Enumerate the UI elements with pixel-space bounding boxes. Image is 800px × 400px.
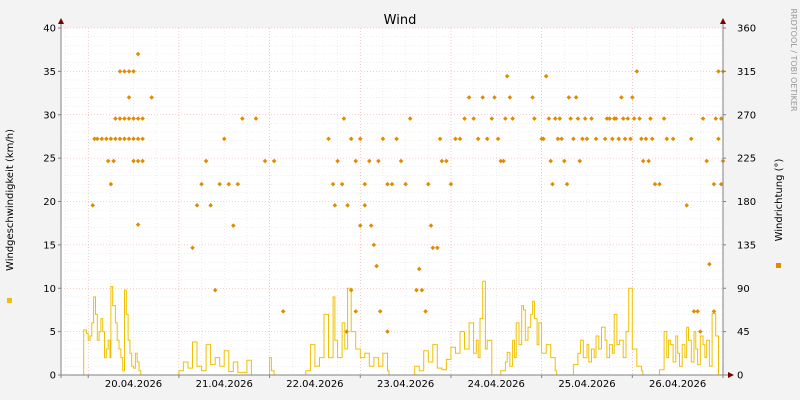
legend-direction-swatch (776, 263, 781, 268)
right-tick-label: 180 (737, 197, 756, 208)
left-tick-label: 0 (50, 371, 56, 382)
x-tick-label: 22.04.2026 (286, 379, 343, 390)
right-tick-label: 225 (737, 154, 756, 165)
left-tick-label: 15 (43, 240, 56, 251)
x-tick-label: 26.04.2026 (649, 379, 706, 390)
left-tick-label: 30 (43, 110, 56, 121)
wind-chart: 0 5 10 15 20 25 30 35 40 0 45 90 135 180 225 270 315 360… (0, 0, 800, 400)
left-tick-label: 10 (43, 284, 56, 295)
right-axis-label: Windrichtung (°) (774, 159, 785, 242)
x-tick-label: 23.04.2026 (377, 379, 434, 390)
right-tick-label: 0 (737, 371, 743, 382)
left-tick-label: 20 (43, 197, 56, 208)
left-tick-label: 40 (43, 24, 56, 35)
rrdtool-watermark: RRDTOOL / TOBI OETIKER (789, 8, 798, 111)
right-tick-label: 90 (737, 284, 750, 295)
x-tick-label: 20.04.2026 (105, 379, 162, 390)
right-tick-label: 270 (737, 110, 756, 121)
chart-title: Wind (384, 13, 417, 28)
right-tick-label: 135 (737, 240, 756, 251)
left-tick-label: 25 (43, 154, 56, 165)
right-tick-label: 45 (737, 327, 750, 338)
left-axis-label: Windgeschwindigkeit (km/h) (5, 129, 16, 271)
x-tick-label: 25.04.2026 (558, 379, 615, 390)
x-tick-label: 24.04.2026 (468, 379, 525, 390)
left-tick-label: 35 (43, 67, 56, 78)
right-tick-label: 360 (737, 24, 756, 35)
right-tick-label: 315 (737, 67, 756, 78)
left-tick-label: 5 (50, 327, 56, 338)
x-tick-label: 21.04.2026 (196, 379, 253, 390)
legend-speed-swatch (7, 298, 12, 303)
